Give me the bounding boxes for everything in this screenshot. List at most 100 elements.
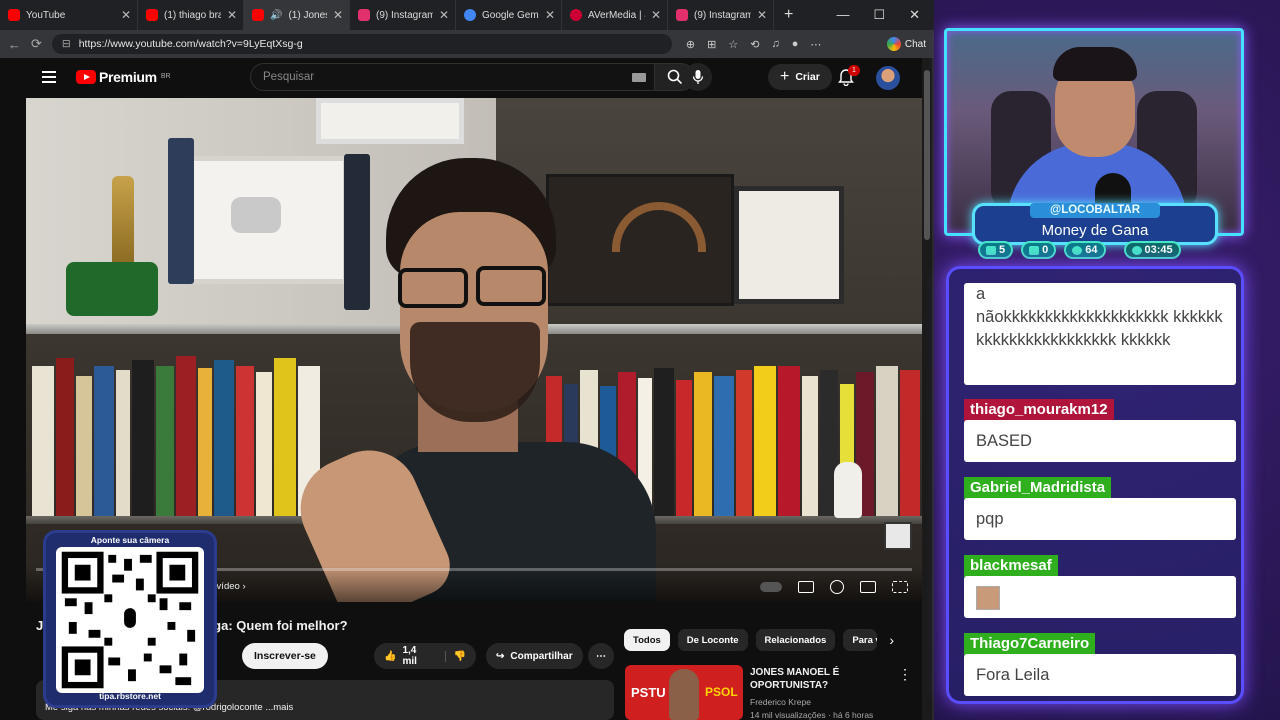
create-label: Criar	[795, 71, 820, 83]
extensions-icon[interactable]: ⟲	[750, 38, 759, 51]
presenter-beard	[410, 322, 540, 422]
close-icon[interactable]: ✕	[545, 8, 555, 22]
minimize-icon[interactable]: —	[836, 7, 849, 23]
subscribe-label: Inscrever-se	[254, 650, 316, 662]
page-scrollbar[interactable]	[922, 58, 932, 720]
tab-avermedia[interactable]: AVerMedia | 4K H ✕	[562, 0, 668, 30]
close-icon[interactable]: ✕	[651, 8, 661, 22]
chat-icon	[986, 245, 996, 255]
chevron-right-icon[interactable]: ›	[889, 629, 894, 651]
close-icon[interactable]: ✕	[439, 8, 449, 22]
logo-text: Premium	[99, 69, 157, 85]
tab-gemini[interactable]: Google Gemini ✕	[456, 0, 562, 30]
stat-value: 03:45	[1144, 244, 1173, 256]
translate-icon[interactable]: ⊕	[686, 38, 695, 51]
settings-icon[interactable]	[830, 580, 844, 594]
chat-message-text: pqp	[976, 510, 1004, 528]
profile-icon[interactable]: ●	[792, 38, 799, 51]
palmeiras-trophy-base	[66, 262, 158, 316]
chat-message-text: a nãokkkkkkkkkkkkkkkkkkkk kkkkkkkkkkkkkk…	[976, 285, 1223, 349]
more-icon[interactable]: ⋯	[810, 38, 821, 51]
speaker-icon[interactable]: 🔊	[270, 10, 282, 21]
bust-statue	[834, 462, 862, 518]
region-label: BR	[160, 73, 171, 80]
close-window-icon[interactable]: ✕	[909, 7, 920, 23]
emote-image	[976, 586, 1000, 610]
chip-all[interactable]: Todos	[624, 629, 670, 651]
url-field[interactable]: ⊟ https://www.youtube.com/watch?v=9LyEqt…	[51, 34, 672, 54]
fullscreen-icon[interactable]	[892, 581, 908, 593]
stat-value: 64	[1085, 244, 1098, 256]
tab-title: YouTube	[26, 9, 66, 21]
related-chips: Todos De Loconte Relacionados Para vo ›	[624, 629, 894, 651]
account-avatar[interactable]	[876, 66, 900, 90]
dislike-icon[interactable]: 👎	[444, 650, 466, 662]
youtube-icon	[8, 9, 20, 21]
tab-title: AVerMedia | 4K H	[588, 9, 645, 21]
autoplay-toggle[interactable]	[760, 582, 782, 592]
stream-stats: 5 0 64 03:45	[978, 241, 1181, 259]
trophy	[112, 176, 134, 266]
tab-instagram-2[interactable]: (9) Instagram ✕	[668, 0, 774, 30]
close-icon[interactable]: ✕	[757, 8, 767, 22]
notifications-button[interactable]: 1	[838, 65, 860, 87]
theater-mode-icon[interactable]	[860, 581, 876, 593]
search-icon	[667, 69, 682, 85]
subscribe-button[interactable]: Inscrever-se	[242, 643, 328, 669]
play-button-plaque	[186, 156, 348, 284]
copilot-icon	[886, 37, 901, 51]
users-icon	[1072, 245, 1083, 255]
tab-thiago-braga[interactable]: (1) thiago braga ✕	[138, 0, 244, 30]
streamer-hair	[1053, 47, 1137, 81]
chip-related[interactable]: Relacionados	[755, 629, 836, 651]
music-icon[interactable]: ♫	[771, 38, 779, 51]
close-icon[interactable]: ✕	[227, 8, 237, 22]
thumb-person	[669, 669, 699, 720]
tab-instagram[interactable]: (9) Instagram • M ✕	[350, 0, 456, 30]
chat-label: Chat	[904, 38, 926, 50]
video-player[interactable]: te vídeo ›	[26, 98, 922, 602]
search-input[interactable]: Pesquisar	[250, 63, 655, 91]
apps-icon[interactable]: ⊞	[707, 38, 716, 51]
tab-title: Google Gemini	[482, 9, 539, 21]
title-end: ga: Quem foi melhor?	[213, 618, 348, 633]
back-icon[interactable]: ←	[8, 37, 21, 52]
diploma-tube	[168, 138, 194, 284]
related-title[interactable]: JONES MANOEL É OPORTUNISTA?	[750, 666, 890, 692]
like-icon[interactable]: 👍	[384, 651, 396, 662]
voice-search-button[interactable]	[684, 63, 712, 91]
youtube-logo[interactable]: Premium BR	[76, 69, 171, 85]
more-actions-button[interactable]: ⋯	[588, 643, 614, 669]
reload-icon[interactable]: ⟳	[31, 36, 42, 52]
related-more-icon[interactable]: ⋮	[898, 666, 912, 683]
new-tab-button[interactable]: +	[784, 6, 793, 24]
youtube-icon	[1029, 245, 1040, 255]
create-button[interactable]: + Criar	[768, 64, 832, 90]
site-info-icon[interactable]: ⊟	[62, 38, 71, 50]
close-icon[interactable]: ✕	[333, 8, 343, 22]
share-button[interactable]: ↪ Compartilhar	[486, 643, 583, 669]
related-thumbnail[interactable]: PSTU PSOL	[625, 665, 743, 720]
maximize-icon[interactable]: ☐	[873, 7, 885, 23]
url-text: https://www.youtube.com/watch?v=9LyEqtXs…	[78, 38, 303, 50]
star-icon[interactable]: ☆	[728, 38, 738, 51]
chip-from-channel[interactable]: De Loconte	[677, 629, 748, 651]
tab-jones-manoel[interactable]: 🔊 (1) Jones Ma ✕	[244, 0, 350, 30]
subtitles-icon[interactable]	[798, 581, 814, 593]
close-icon[interactable]: ✕	[121, 8, 131, 22]
chat-message-text: Fora Leila	[976, 666, 1050, 684]
channel-watermark[interactable]	[884, 522, 912, 550]
menu-icon[interactable]	[42, 71, 56, 83]
copilot-chat-button[interactable]: Chat	[886, 37, 926, 51]
related-channel[interactable]: Frederico Krepe	[750, 697, 811, 707]
gemini-icon	[464, 9, 476, 21]
framed-certificate	[734, 186, 844, 304]
tab-youtube[interactable]: YouTube ✕	[0, 0, 138, 30]
share-label: Compartilhar	[510, 650, 573, 662]
player-buttons	[760, 580, 908, 594]
plus-icon: +	[780, 68, 790, 85]
chip-for-you[interactable]: Para vo	[843, 629, 878, 651]
keyboard-icon[interactable]	[632, 73, 646, 82]
youtube-play-icon	[76, 70, 96, 84]
stream-layout: YouTube ✕ (1) thiago braga ✕ 🔊 (1) Jones…	[0, 0, 1280, 720]
